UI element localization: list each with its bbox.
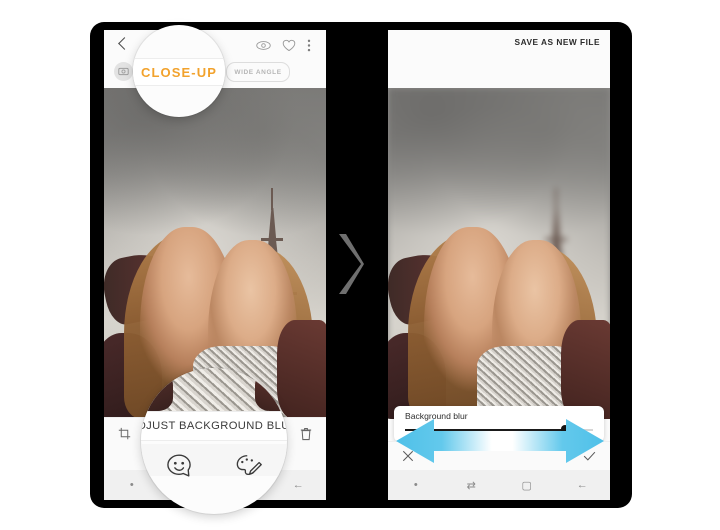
screenshot-root: CLOSE-UP WIDE ANGLE	[0, 0, 720, 530]
right-nav-bar: • ⇄ ▢ ←	[388, 470, 610, 500]
save-as-new-file-button[interactable]: SAVE AS NEW FILE	[515, 37, 600, 47]
magnified-photo-strip	[141, 368, 287, 411]
magnified-blur-button[interactable]: ADJUST BACKGROUND BLUR	[141, 411, 287, 441]
crop-icon[interactable]	[118, 427, 131, 445]
magnifier-adjust-background-blur: ADJUST BACKGROUND BLUR	[141, 368, 287, 514]
sticker-smiley-icon[interactable]	[166, 454, 192, 483]
chip-wide-angle-label: WIDE ANGLE	[234, 68, 282, 76]
back-chevron-icon[interactable]	[116, 38, 128, 50]
live-focus-icon[interactable]	[114, 62, 133, 81]
recents-button-right[interactable]: ⇄	[444, 479, 500, 492]
drag-left-right-arrow	[396, 419, 604, 463]
photo-subjects-sharp	[388, 88, 610, 419]
magnified-blur-label: ADJUST BACKGROUND BLUR	[141, 420, 287, 432]
home-button-right[interactable]: ▢	[499, 479, 555, 492]
magnified-close-up-chip[interactable]: CLOSE-UP	[133, 58, 225, 86]
eye-icon[interactable]	[256, 39, 271, 57]
dot-indicator-right: •	[413, 479, 418, 491]
step-chevron-right-icon	[336, 232, 364, 296]
right-topbar: SAVE AS NEW FILE	[388, 30, 610, 88]
magnifier-close-up: CLOSE-UP	[133, 25, 225, 117]
chip-wide-angle[interactable]: WIDE ANGLE	[226, 62, 290, 82]
magnified-icon-row	[141, 454, 287, 483]
palette-pen-icon[interactable]	[236, 454, 263, 483]
kebab-menu-icon[interactable]	[307, 39, 311, 57]
leather-jacket-sharp	[561, 319, 610, 419]
heart-icon[interactable]	[282, 39, 296, 57]
right-photo[interactable]	[388, 88, 610, 419]
back-button-right[interactable]: ←	[555, 479, 611, 491]
magnified-close-up-label: CLOSE-UP	[141, 64, 217, 80]
trash-icon[interactable]	[300, 427, 312, 446]
